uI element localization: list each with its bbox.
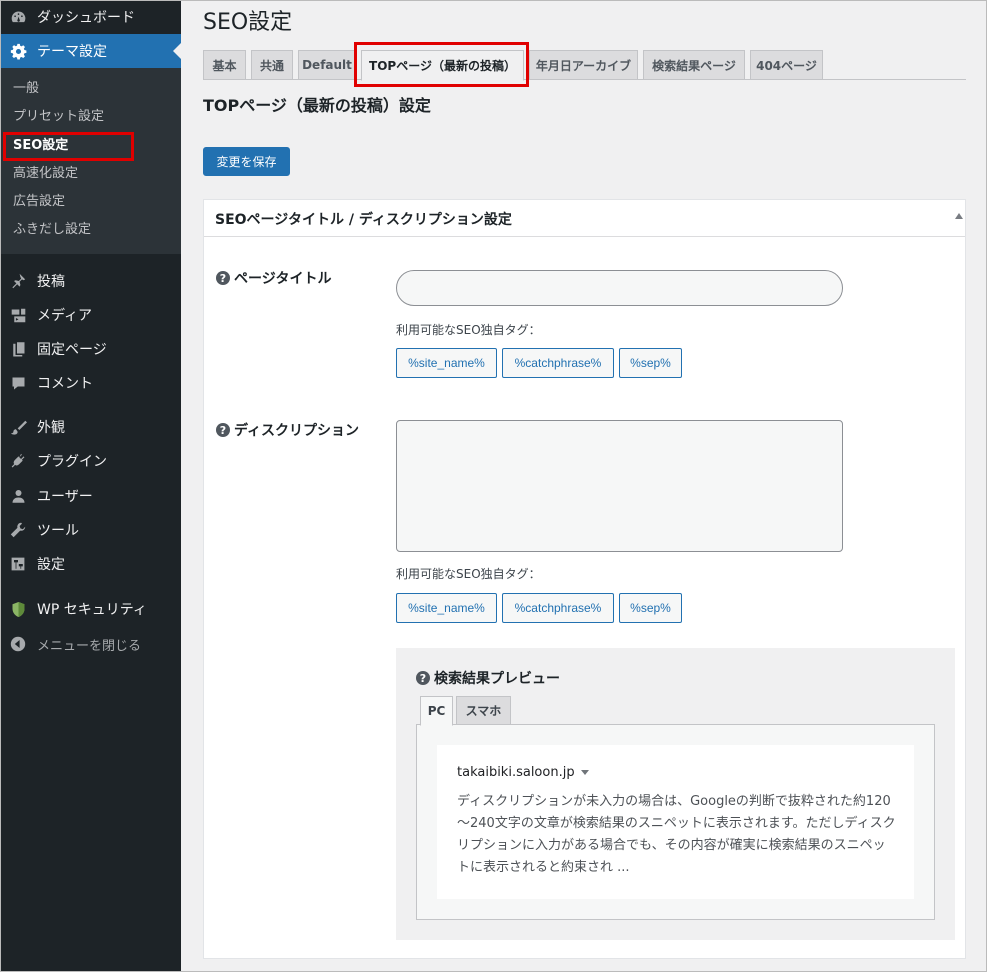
submenu-item-general[interactable]: 一般 — [13, 79, 39, 99]
collapse-menu-button[interactable]: メニューを閉じる — [0, 627, 181, 661]
tab-default[interactable]: Default — [298, 50, 356, 80]
sidebar-item-posts[interactable]: 投稿 — [0, 264, 181, 298]
postbox-title: SEOページタイトル / ディスクリプション設定 — [215, 212, 512, 228]
tab-top-page[interactable]: TOPページ（最新の投稿） — [361, 50, 524, 81]
sidebar-item-tools[interactable]: ツール — [0, 513, 181, 547]
main-content: SEO設定 基本 共通 Default TOPページ（最新の投稿） 年月日アーカ… — [181, 0, 987, 972]
sidebar-item-label: ユーザー — [37, 489, 93, 505]
comment-icon — [0, 376, 36, 391]
sidebar-item-label: 外観 — [37, 420, 65, 436]
sidebar-item-theme-settings[interactable]: テーマ設定 — [0, 34, 181, 68]
description-textarea[interactable] — [396, 420, 843, 552]
sidebar-item-label: メディア — [37, 308, 93, 324]
caret-down-icon — [580, 770, 589, 775]
sidebar-item-pages[interactable]: 固定ページ — [0, 332, 181, 366]
page-title-label-text: ページタイトル — [234, 271, 332, 287]
tag-site-name-button[interactable]: %site_name% — [396, 348, 497, 378]
sidebar-item-wp-security[interactable]: WP セキュリティ — [0, 592, 181, 626]
preview-title-text: 検索結果プレビュー — [434, 671, 560, 687]
sidebar-item-users[interactable]: ユーザー — [0, 479, 181, 513]
tag-catchphrase-button[interactable]: %catchphrase% — [502, 593, 614, 623]
save-button[interactable]: 変更を保存 — [203, 147, 290, 176]
tab-common[interactable]: 共通 — [251, 50, 293, 80]
preview-panel: takaibiki.saloon.jp ディスクリプションが未入力の場合は、Go… — [416, 724, 935, 920]
sidebar-item-label: ダッシュボード — [37, 10, 135, 26]
tag-sep-button[interactable]: %sep% — [619, 348, 682, 378]
sidebar-item-plugins[interactable]: プラグイン — [0, 444, 181, 478]
tab-date-archive[interactable]: 年月日アーカイブ — [529, 50, 638, 80]
collapse-arrow-icon — [0, 636, 36, 652]
tab-404[interactable]: 404ページ — [750, 50, 823, 80]
postbox-header[interactable]: SEOページタイトル / ディスクリプション設定 — [204, 200, 965, 237]
page-icon — [0, 341, 36, 357]
submenu-item-preset[interactable]: プリセット設定 — [13, 107, 104, 127]
help-icon[interactable]: ? — [216, 423, 230, 437]
section-title: TOPページ（最新の投稿）設定 — [203, 96, 431, 115]
serp-snippet: takaibiki.saloon.jp ディスクリプションが未入力の場合は、Go… — [437, 745, 914, 899]
sidebar-item-appearance[interactable]: 外観 — [0, 410, 181, 444]
page-title-input[interactable] — [396, 270, 843, 306]
tag-catchphrase-button[interactable]: %catchphrase% — [502, 348, 614, 378]
page-title-label: ? ページタイトル — [216, 268, 331, 288]
preview-tab-smartphone[interactable]: スマホ — [456, 696, 511, 725]
user-icon — [0, 488, 36, 504]
sidebar-item-label: ツール — [37, 523, 79, 539]
plug-icon — [0, 453, 36, 470]
pin-icon — [0, 273, 36, 289]
settings-icon — [0, 556, 36, 572]
submenu-item-ads[interactable]: 広告設定 — [13, 192, 65, 212]
search-preview-area: ? 検索結果プレビュー PC スマホ takaibiki.saloon.jp デ… — [396, 648, 955, 940]
tags-label: 利用可能なSEO独自タグ： — [396, 323, 541, 337]
sidebar-item-label: 設定 — [37, 557, 65, 573]
collapse-toggle-icon[interactable] — [955, 213, 963, 219]
tab-search-results[interactable]: 検索結果ページ — [643, 50, 745, 80]
theme-settings-submenu: 一般 プリセット設定 SEO設定 高速化設定 広告設定 ふきだし設定 — [0, 68, 181, 254]
sidebar-item-label: プラグイン — [37, 454, 107, 470]
sidebar-item-label: WP セキュリティ — [37, 602, 147, 618]
sidebar-item-label: コメント — [37, 376, 93, 392]
shield-icon — [0, 601, 36, 618]
dashboard-icon — [0, 9, 36, 26]
sidebar-item-dashboard[interactable]: ダッシュボード — [0, 0, 181, 34]
description-label: ? ディスクリプション — [216, 420, 359, 440]
sidebar-item-settings[interactable]: 設定 — [0, 547, 181, 581]
help-icon[interactable]: ? — [416, 671, 430, 685]
page-title: SEO設定 — [203, 10, 293, 35]
gear-icon — [0, 43, 36, 60]
collapse-menu-label: メニューを閉じる — [37, 638, 142, 654]
serp-url: takaibiki.saloon.jp — [457, 765, 589, 780]
sidebar-item-comments[interactable]: コメント — [0, 366, 181, 400]
tag-site-name-button[interactable]: %site_name% — [396, 593, 497, 623]
preview-tab-pc[interactable]: PC — [420, 696, 453, 726]
submenu-item-seo[interactable]: SEO設定 — [13, 136, 68, 156]
tags-label: 利用可能なSEO独自タグ： — [396, 567, 541, 581]
seo-postbox: SEOページタイトル / ディスクリプション設定 ? ページタイトル 利用可能な… — [203, 199, 966, 959]
wrench-icon — [0, 522, 36, 538]
serp-description: ディスクリプションが未入力の場合は、Googleの判断で抜粋された約120～24… — [457, 794, 896, 875]
description-label-text: ディスクリプション — [234, 423, 360, 439]
sidebar-item-label: 投稿 — [37, 274, 65, 290]
brush-icon — [0, 419, 36, 436]
submenu-item-speed[interactable]: 高速化設定 — [13, 164, 78, 184]
media-icon — [0, 307, 36, 324]
sidebar-item-media[interactable]: メディア — [0, 298, 181, 332]
help-icon[interactable]: ? — [216, 271, 230, 285]
submenu-item-balloon[interactable]: ふきだし設定 — [13, 220, 91, 240]
seo-tabs: 基本 共通 Default TOPページ（最新の投稿） 年月日アーカイブ 検索結… — [203, 49, 966, 81]
tab-basic[interactable]: 基本 — [203, 50, 246, 80]
tag-sep-button[interactable]: %sep% — [619, 593, 682, 623]
admin-sidebar: ダッシュボード テーマ設定 一般 プリセット設定 SEO設定 高速化設定 広告設… — [0, 0, 181, 972]
serp-url-text: takaibiki.saloon.jp — [457, 765, 575, 780]
preview-title: ? 検索結果プレビュー — [416, 668, 560, 688]
sidebar-item-label: 固定ページ — [37, 342, 107, 358]
sidebar-item-label: テーマ設定 — [37, 44, 107, 60]
